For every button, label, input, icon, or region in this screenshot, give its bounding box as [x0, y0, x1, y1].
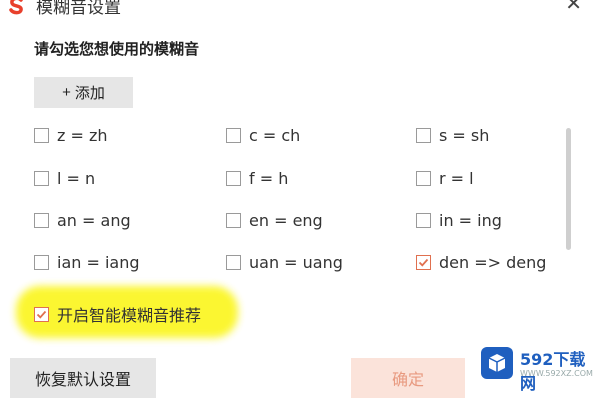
smart-recommend-label: 开启智能模糊音推荐 — [57, 306, 202, 325]
plus-icon: + — [62, 84, 71, 101]
fuzzy-option-label: l = n — [57, 168, 96, 188]
checkbox-icon[interactable] — [416, 212, 431, 228]
window-title: 模糊音设置 — [36, 0, 121, 18]
title-bar: 模糊音设置 ✕ — [0, 0, 596, 18]
fuzzy-option-label: an = ang — [57, 210, 131, 230]
checkbox-icon[interactable] — [34, 306, 49, 322]
fuzzy-option-checkbox[interactable]: f = h — [226, 168, 288, 188]
checkbox-icon[interactable] — [416, 170, 431, 186]
fuzzy-option-label: uan = uang — [249, 252, 343, 272]
fuzzy-option-checkbox[interactable]: z = zh — [34, 125, 108, 145]
add-button-label: 添加 — [74, 85, 105, 102]
checkbox-icon[interactable] — [34, 170, 49, 186]
fuzzy-option-checkbox[interactable]: r = l — [416, 168, 474, 188]
instruction-text: 请勾选您想使用的模糊音 — [34, 40, 200, 58]
fuzzy-option-checkbox[interactable]: an = ang — [34, 210, 131, 230]
fuzzy-option-label: ian = iang — [57, 252, 140, 272]
checkbox-icon[interactable] — [226, 212, 241, 228]
checkbox-icon[interactable] — [34, 254, 49, 270]
fuzzy-option-label: in = ing — [439, 210, 502, 230]
fuzzy-option-label: r = l — [439, 168, 474, 188]
fuzzy-option-checkbox[interactable]: ian = iang — [34, 252, 140, 272]
watermark-url: WWW.592XZ.COM — [520, 369, 593, 378]
fuzzy-option-checkbox[interactable]: den => deng — [416, 252, 546, 272]
checkbox-icon[interactable] — [34, 212, 49, 228]
checkbox-icon[interactable] — [226, 254, 241, 270]
checkbox-icon[interactable] — [226, 170, 241, 186]
sogou-logo-icon — [9, 0, 23, 15]
watermark-logo-icon — [481, 347, 513, 379]
watermark: 592下载网 WWW.592XZ.COM — [476, 342, 594, 393]
checkbox-icon[interactable] — [416, 254, 431, 270]
fuzzy-option-label: s = sh — [439, 125, 490, 145]
checkbox-icon[interactable] — [34, 127, 49, 143]
fuzzy-option-checkbox[interactable]: l = n — [34, 168, 95, 188]
smart-recommend-checkbox[interactable]: 开启智能模糊音推荐 — [34, 302, 201, 326]
close-icon[interactable]: ✕ — [565, 0, 582, 15]
fuzzy-option-label: den => deng — [439, 252, 547, 272]
fuzzy-option-label: en = eng — [249, 210, 323, 230]
fuzzy-option-label: f = h — [249, 168, 289, 188]
checkbox-icon[interactable] — [416, 127, 431, 143]
fuzzy-option-checkbox[interactable]: s = sh — [416, 125, 489, 145]
ok-button[interactable]: 确定 — [351, 358, 465, 398]
add-button[interactable]: + 添加 — [34, 77, 133, 108]
checkbox-icon[interactable] — [226, 127, 241, 143]
fuzzy-option-label: c = ch — [249, 125, 301, 145]
fuzzy-option-checkbox[interactable]: en = eng — [226, 210, 323, 230]
fuzzy-option-checkbox[interactable]: uan = uang — [226, 252, 343, 272]
reset-defaults-button[interactable]: 恢复默认设置 — [10, 358, 156, 398]
fuzzy-option-checkbox[interactable]: c = ch — [226, 125, 300, 145]
fuzzy-option-label: z = zh — [57, 125, 108, 145]
scrollbar[interactable] — [566, 128, 571, 250]
fuzzy-option-checkbox[interactable]: in = ing — [416, 210, 502, 230]
